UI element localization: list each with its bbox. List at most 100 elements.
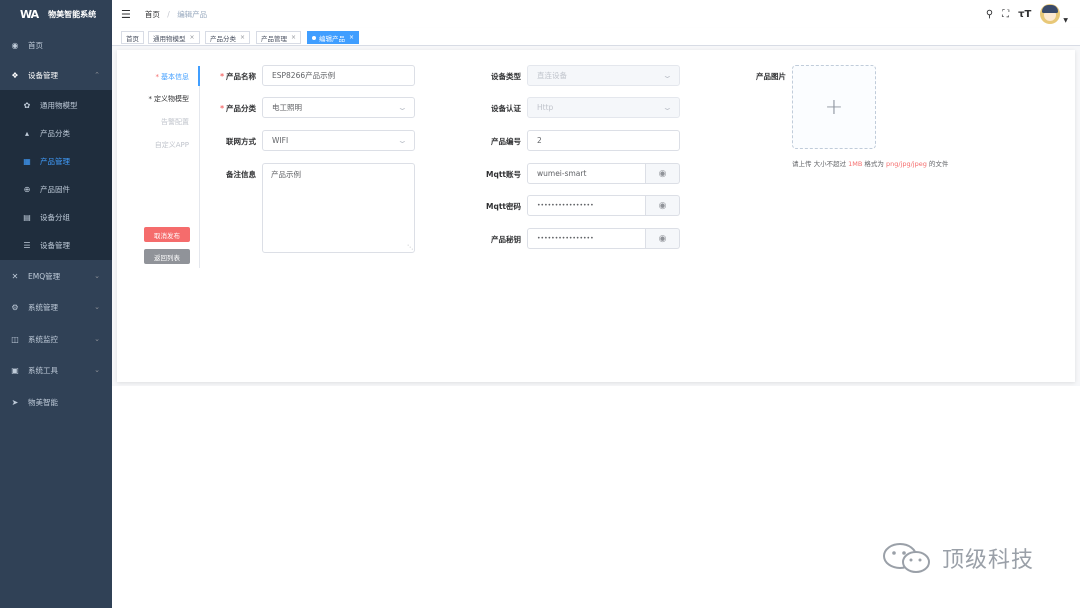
app-title: 物美智能系统: [48, 9, 97, 19]
auth-select: Http ⌄: [527, 97, 680, 118]
image-label: 产品图片: [756, 72, 786, 81]
product-no-input[interactable]: 2: [527, 130, 680, 151]
avatar[interactable]: [1040, 4, 1061, 24]
eye-icon[interactable]: ◉: [646, 195, 680, 216]
sidebar-item-label: 系统工具: [28, 365, 58, 375]
sidebar-item-tools[interactable]: ▣ 系统工具 ⌄: [0, 361, 112, 379]
product-secret-input[interactable]: ••••••••••••••••: [527, 228, 646, 249]
step-label: 基本信息: [161, 73, 189, 81]
avatar-hair: [1042, 5, 1059, 13]
sidebar-item-wumei[interactable]: ➤ 物美智能: [0, 393, 112, 411]
tag-product-category[interactable]: 产品分类 ×: [205, 31, 251, 44]
step-thing-model[interactable]: * 定义物模型: [149, 94, 190, 104]
mqtt-account-label: Mqtt账号: [485, 170, 521, 179]
upload-tip: 请上传 大小不超过 1MB 格式为 png/jpg/jpeg 的文件: [792, 158, 948, 168]
sidebar-item-product-firmware[interactable]: ⊕ 产品固件: [0, 180, 112, 198]
font-size-icon[interactable]: τT: [1018, 9, 1031, 20]
tag-label: 编辑产品: [319, 34, 345, 43]
tag-edit-product[interactable]: 编辑产品 ×: [307, 31, 360, 44]
sidebar-item-label: 物美智能: [28, 397, 58, 407]
sidebar-item-device-group[interactable]: ▤ 设备分组: [0, 208, 112, 226]
mqtt-account-input[interactable]: wumei-smart: [527, 163, 646, 184]
device-icon: ❖: [11, 70, 19, 80]
category-value: 电工照明: [272, 103, 302, 112]
back-to-list-button[interactable]: 返回列表: [144, 249, 190, 264]
eye-icon[interactable]: ◉: [646, 163, 680, 184]
emq-icon: ✕: [11, 271, 19, 281]
step-label: 自定义APP: [154, 141, 189, 149]
sidebar-item-label: 产品分类: [40, 128, 70, 138]
sidebar-item-label: 产品固件: [40, 184, 70, 194]
sidebar-item-product-management[interactable]: ▦ 产品管理: [0, 152, 112, 170]
group-icon: ▤: [23, 212, 31, 222]
tip-size: 1MB: [848, 160, 863, 168]
sidebar-item-common-model[interactable]: ✿ 通用物模型: [0, 96, 112, 114]
product-name-input[interactable]: ESP8266产品示例: [262, 65, 415, 86]
send-icon: ➤: [11, 397, 19, 407]
tip-prefix: 请上传 大小不超过: [792, 160, 849, 168]
sidebar-item-home[interactable]: ◉ 首页: [0, 36, 112, 54]
tag-label: 产品分类: [210, 34, 236, 43]
category-label: * 产品分类: [218, 103, 256, 114]
app-logo[interactable]: WA 物美智能系统: [0, 0, 112, 28]
mqtt-password-input[interactable]: ••••••••••••••••: [527, 195, 646, 216]
tags-view: 首页 通用物模型 × 产品分类 × 产品管理 × 编辑产品 ×: [112, 28, 1080, 46]
caret-down-icon[interactable]: ▼: [1063, 17, 1068, 24]
auth-value: Http: [537, 103, 554, 112]
search-icon[interactable]: ⚲: [986, 9, 993, 20]
chevron-down-icon: ⌄: [397, 103, 409, 112]
chevron-down-icon: ⌄: [397, 136, 409, 145]
label-text: 产品名称: [226, 72, 256, 81]
sidebar-item-label: 通用物模型: [40, 100, 78, 110]
step-basic-info[interactable]: * 基本信息: [155, 66, 200, 86]
sidebar-item-monitor[interactable]: ◫ 系统监控 ⌄: [0, 330, 112, 348]
network-select[interactable]: WIFI ⌄: [262, 130, 415, 151]
label-text: 产品分类: [226, 104, 256, 113]
required-mark: *: [155, 73, 160, 81]
eye-icon[interactable]: ◉: [646, 228, 680, 249]
tool-icon: ▣: [11, 365, 19, 375]
close-icon[interactable]: ×: [190, 34, 195, 41]
step-alert-config[interactable]: 告警配置: [161, 117, 189, 127]
step-label: 告警配置: [161, 118, 189, 126]
tag-home[interactable]: 首页: [121, 31, 144, 44]
chevron-down-icon: ⌄: [94, 272, 100, 280]
device-type-value: 直连设备: [537, 71, 567, 80]
sidebar-item-device-list[interactable]: ☰ 设备管理: [0, 236, 112, 254]
chevron-up-icon: ⌃: [94, 71, 100, 79]
sidebar-item-label: 系统监控: [28, 334, 58, 344]
sidebar-item-label: 系统管理: [28, 302, 58, 312]
close-icon[interactable]: ×: [291, 34, 296, 41]
breadcrumb: 首页 / 编辑产品: [145, 9, 207, 20]
hamburger-icon[interactable]: ☰: [121, 8, 131, 21]
required-mark: *: [148, 95, 153, 103]
mqtt-password-label: Mqtt密码: [485, 202, 521, 211]
close-icon[interactable]: ×: [240, 34, 245, 41]
wechat-icon: [883, 543, 930, 573]
image-uploader[interactable]: +: [792, 65, 876, 149]
breadcrumb-home[interactable]: 首页: [145, 10, 160, 19]
close-icon[interactable]: ×: [349, 34, 354, 41]
fullscreen-icon[interactable]: ⛶: [1002, 9, 1009, 20]
sidebar-item-label: EMQ管理: [28, 271, 61, 281]
category-icon: ▴: [24, 128, 29, 138]
sidebar-item-device-management[interactable]: ❖ 设备管理 ⌃: [0, 66, 112, 84]
gear-icon: ⚙: [11, 302, 19, 312]
sidebar-item-product-category[interactable]: ▴ 产品分类: [0, 124, 112, 142]
device-type-select: 直连设备 ⌄: [527, 65, 680, 86]
sidebar-item-system[interactable]: ⚙ 系统管理 ⌄: [0, 298, 112, 316]
tag-product-management[interactable]: 产品管理 ×: [256, 31, 302, 44]
sidebar-item-emq[interactable]: ✕ EMQ管理 ⌄: [0, 267, 112, 285]
resize-grip-icon[interactable]: ⋱: [407, 244, 413, 251]
product-secret-label: 产品秘钥: [491, 235, 521, 244]
chevron-down-icon: ⌄: [94, 366, 100, 374]
category-select[interactable]: 电工照明 ⌄: [262, 97, 415, 118]
submenu-background: [0, 90, 112, 260]
step-custom-app[interactable]: 自定义APP: [155, 140, 189, 150]
list-icon: ☰: [23, 240, 31, 250]
tag-common-model[interactable]: 通用物模型 ×: [148, 31, 200, 44]
top-navbar: ☰ 首页 / 编辑产品 ⚲ ⛶ τT ▼: [112, 0, 1080, 28]
chevron-down-icon: ⌄: [662, 103, 674, 112]
remark-textarea[interactable]: 产品示例 ⋱: [262, 163, 415, 253]
cancel-publish-button[interactable]: 取消发布: [144, 227, 190, 242]
